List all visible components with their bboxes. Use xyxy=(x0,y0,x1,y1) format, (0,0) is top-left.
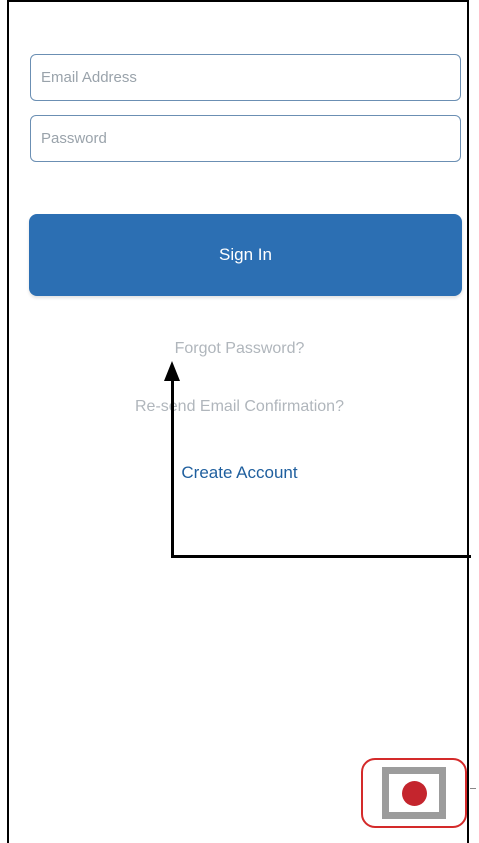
callout-tick xyxy=(470,788,476,789)
password-field[interactable] xyxy=(30,115,461,162)
arrow-up-icon xyxy=(164,361,180,381)
forgot-password-link[interactable]: Forgot Password? xyxy=(0,340,479,358)
resend-confirmation-link[interactable]: Re-send Email Confirmation? xyxy=(0,398,479,416)
annotation-arrow-shaft xyxy=(171,378,174,558)
record-icon xyxy=(401,780,427,806)
sign-in-button[interactable]: Sign In xyxy=(29,214,462,296)
create-account-link[interactable]: Create Account xyxy=(0,463,479,483)
annotation-arrow-line xyxy=(171,555,471,558)
email-field[interactable] xyxy=(30,54,461,101)
record-button[interactable] xyxy=(382,767,446,819)
